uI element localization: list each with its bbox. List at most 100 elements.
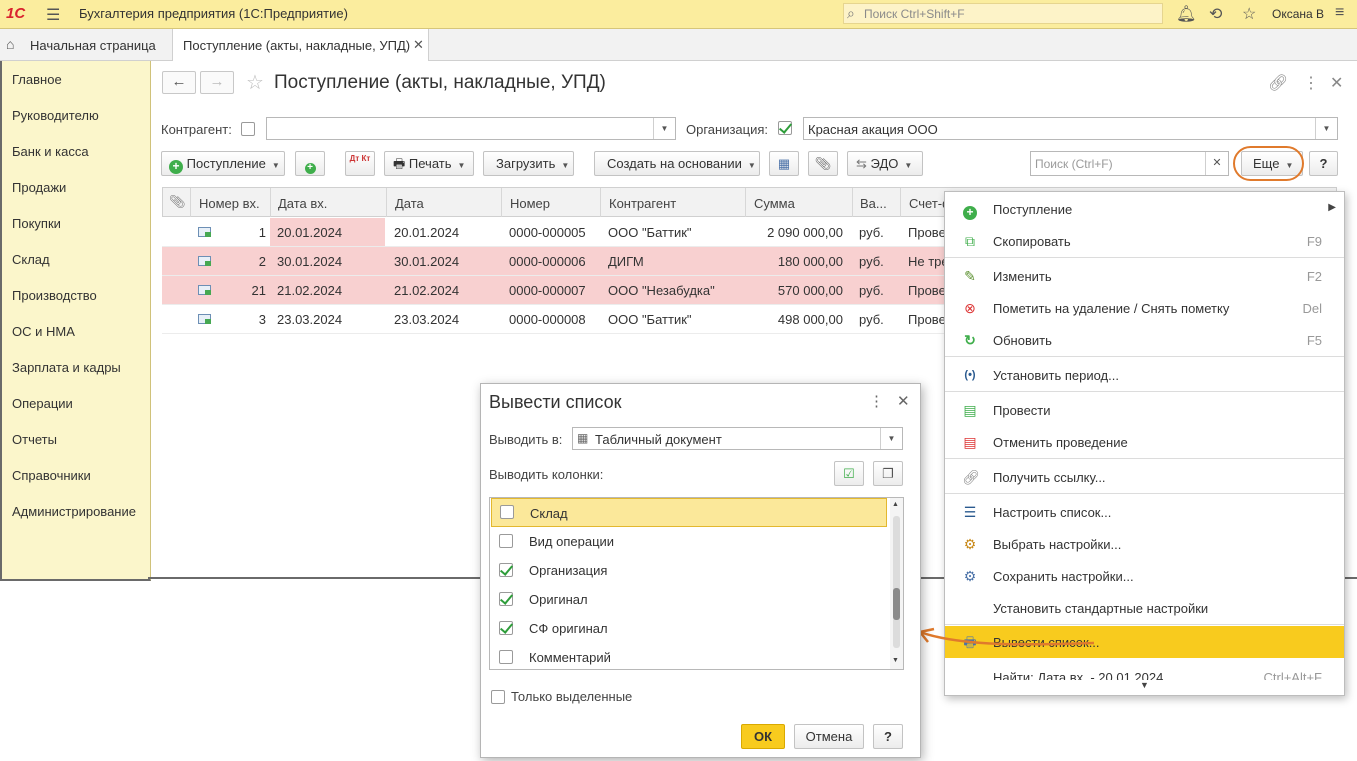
- sidebar-item-manager[interactable]: Руководителю: [12, 108, 99, 123]
- col-sum[interactable]: Сумма: [754, 196, 849, 211]
- load-button[interactable]: Загрузить ▼: [483, 151, 574, 176]
- kontragent-checkbox[interactable]: [241, 122, 255, 136]
- menu-item-add[interactable]: + Поступление ▶: [945, 194, 1344, 224]
- chevron-down-icon[interactable]: ▼: [1315, 118, 1337, 139]
- sidebar-item-reports[interactable]: Отчеты: [12, 432, 57, 447]
- list-item[interactable]: Вид операции: [491, 527, 887, 556]
- favorite-star-icon[interactable]: ☆: [246, 70, 264, 95]
- sidebar-item-warehouse[interactable]: Склад: [12, 252, 50, 267]
- scrollbar-thumb[interactable]: [893, 588, 900, 620]
- structure-button[interactable]: ▦: [769, 151, 799, 176]
- menu-icon[interactable]: ☰: [46, 5, 60, 25]
- menu-item-edit[interactable]: ✎ Изменить F2: [945, 261, 1344, 291]
- attach-button[interactable]: 📎︎: [808, 151, 838, 176]
- menu-item-shortcut: Del: [1302, 301, 1322, 316]
- print-button[interactable]: 🖶 Печать ▼: [384, 151, 474, 176]
- column-checkbox[interactable]: [499, 563, 513, 577]
- copy-button[interactable]: +: [295, 151, 325, 176]
- sidebar-item-admin[interactable]: Администрирование: [12, 504, 136, 519]
- user-name[interactable]: Оксана В: [1272, 7, 1324, 21]
- cancel-button[interactable]: Отмена: [794, 724, 864, 749]
- only-selected-checkbox[interactable]: [491, 690, 505, 704]
- create-based-button[interactable]: Создать на основании ▼: [594, 151, 760, 176]
- col-date[interactable]: Дата: [395, 196, 495, 211]
- uncheck-all-button[interactable]: ❐: [873, 461, 903, 486]
- columns-list[interactable]: Склад Вид операции Организация Оригинал …: [489, 497, 904, 670]
- sidebar-item-production[interactable]: Производство: [12, 288, 97, 303]
- ok-button[interactable]: ОК: [741, 724, 785, 749]
- forward-button[interactable]: →: [200, 71, 234, 94]
- col-num-in[interactable]: Номер вх.: [199, 196, 267, 211]
- col-contractor[interactable]: Контрагент: [609, 196, 739, 211]
- menu-item-get-link[interactable]: 🔗︎ Получить ссылку...: [945, 462, 1344, 492]
- close-tab-icon[interactable]: ✕: [413, 37, 424, 53]
- menu-item-mark-delete[interactable]: ⊗ Пометить на удаление / Снять пометку D…: [945, 293, 1344, 323]
- scroll-up-icon[interactable]: ▲: [892, 501, 899, 508]
- menu-item-copy[interactable]: ⧉ Скопировать F9: [945, 226, 1344, 256]
- scrollbar[interactable]: ▲ ▼: [890, 498, 903, 669]
- history-icon[interactable]: ⟲: [1209, 4, 1222, 24]
- col-number[interactable]: Номер: [510, 196, 600, 211]
- sidebar-item-purchases[interactable]: Покупки: [12, 216, 61, 231]
- menu-item-unpost[interactable]: ▤ Отменить проведение: [945, 427, 1344, 457]
- menu-item-set-period[interactable]: (•) Установить период...: [945, 360, 1344, 390]
- cell-currency: руб.: [859, 225, 884, 240]
- kontragent-field[interactable]: ▼: [266, 117, 676, 140]
- menu-item-list-settings[interactable]: ☰ Настроить список...: [945, 497, 1344, 527]
- tab-document[interactable]: Поступление (акты, накладные, УПД) ✕: [172, 29, 429, 61]
- printer-icon: 🖶: [393, 156, 406, 171]
- list-item[interactable]: СФ оригинал: [491, 614, 887, 643]
- list-item[interactable]: Склад: [491, 498, 887, 527]
- check-all-button[interactable]: ☑: [834, 461, 864, 486]
- sidebar-item-main[interactable]: Главное: [12, 72, 62, 87]
- scroll-down-icon[interactable]: ▼: [892, 657, 899, 664]
- scrollbar-track[interactable]: [893, 516, 900, 648]
- scroll-down-icon[interactable]: ▼: [945, 680, 1344, 695]
- menu-item-save-settings[interactable]: ⚙ Сохранить настройки...: [945, 561, 1344, 591]
- clear-search-icon[interactable]: ✕: [1205, 152, 1228, 175]
- sidebar-item-catalogs[interactable]: Справочники: [12, 468, 91, 483]
- list-search-input[interactable]: Поиск (Ctrl+F) ✕: [1030, 151, 1229, 176]
- output-to-select[interactable]: ▦ Табличный документ ▼: [572, 427, 903, 450]
- sidebar-item-assets[interactable]: ОС и НМА: [12, 324, 75, 339]
- list-item[interactable]: Оригинал: [491, 585, 887, 614]
- back-button[interactable]: ←: [162, 71, 196, 94]
- org-field[interactable]: Красная акация ООО ▼: [803, 117, 1338, 140]
- edo-button[interactable]: ⇆ ЭДО ▼: [847, 151, 923, 176]
- add-icon: +: [962, 201, 978, 220]
- menu-item-post[interactable]: ▤ Провести: [945, 395, 1344, 425]
- list-item[interactable]: Комментарий: [491, 643, 887, 669]
- column-checkbox[interactable]: [499, 534, 513, 548]
- org-checkbox[interactable]: [778, 121, 792, 135]
- cell-contractor: ООО "Незабудка": [608, 283, 715, 298]
- close-icon[interactable]: ✕: [897, 392, 910, 410]
- bell-icon[interactable]: 🔔︎: [1176, 4, 1196, 24]
- column-checkbox[interactable]: [500, 505, 514, 519]
- sidebar-item-operations[interactable]: Операции: [12, 396, 73, 411]
- dtkt-button[interactable]: Дт Кт: [345, 151, 375, 176]
- more-vertical-icon[interactable]: ⋮: [1303, 73, 1319, 93]
- column-checkbox[interactable]: [499, 621, 513, 635]
- close-icon[interactable]: ✕: [1330, 73, 1343, 93]
- link-icon[interactable]: 🔗︎: [1268, 73, 1288, 93]
- add-postuplenie-button[interactable]: + Поступление ▼: [161, 151, 285, 176]
- help-button[interactable]: ?: [873, 724, 903, 749]
- help-button[interactable]: ?: [1309, 151, 1338, 176]
- global-search-input[interactable]: ⌕ Поиск Ctrl+Shift+F: [843, 3, 1163, 24]
- tab-home[interactable]: ⌂ Начальная страница: [0, 29, 171, 60]
- list-item[interactable]: Организация: [491, 556, 887, 585]
- more-vertical-icon[interactable]: ⋮: [869, 392, 884, 410]
- favorites-star-icon[interactable]: ☆: [1242, 4, 1256, 24]
- user-menu-icon[interactable]: ≡: [1335, 4, 1344, 22]
- chevron-down-icon[interactable]: ▼: [880, 428, 902, 449]
- chevron-down-icon[interactable]: ▼: [653, 118, 675, 139]
- sidebar-item-salary[interactable]: Зарплата и кадры: [12, 360, 121, 375]
- col-date-in[interactable]: Дата вх.: [278, 196, 378, 211]
- menu-item-refresh[interactable]: ↻ Обновить F5: [945, 325, 1344, 355]
- sidebar-item-bank[interactable]: Банк и касса: [12, 144, 89, 159]
- sidebar-item-sales[interactable]: Продажи: [12, 180, 66, 195]
- menu-item-choose-settings[interactable]: ⚙ Выбрать настройки...: [945, 529, 1344, 559]
- col-currency[interactable]: Ва...: [860, 196, 896, 211]
- column-checkbox[interactable]: [499, 650, 513, 664]
- column-checkbox[interactable]: [499, 592, 513, 606]
